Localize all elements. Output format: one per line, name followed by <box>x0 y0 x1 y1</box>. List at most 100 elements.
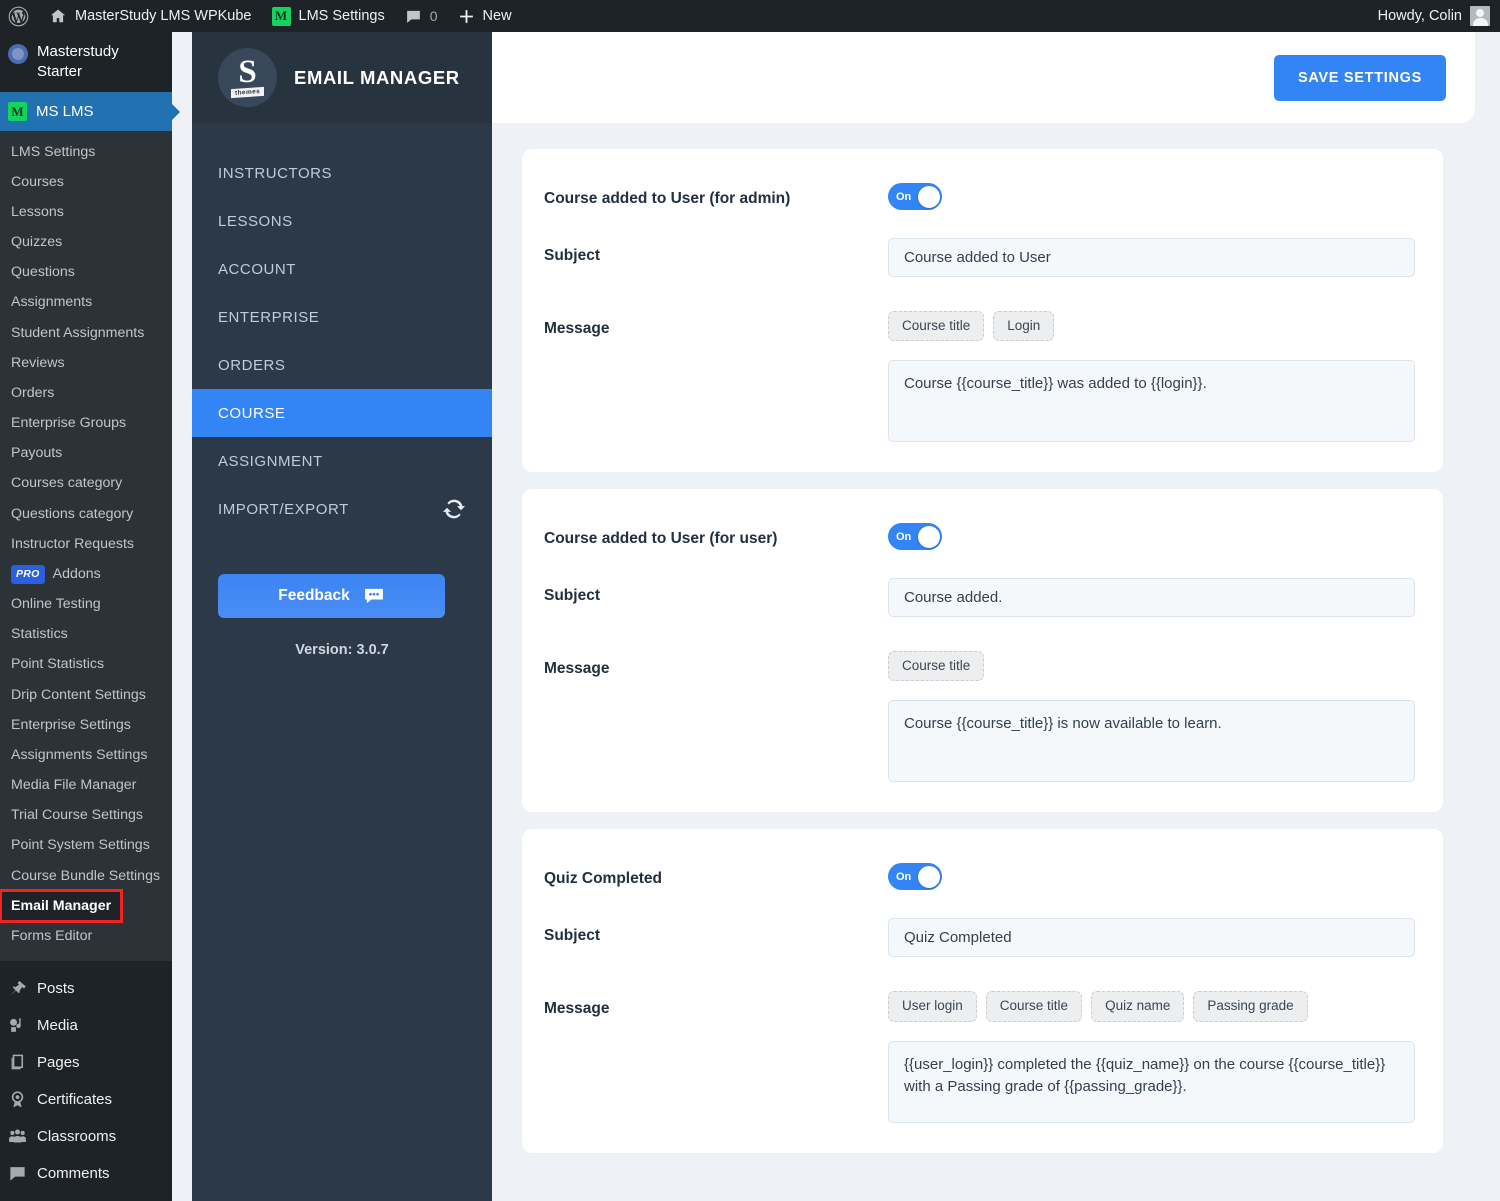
tab-assignment[interactable]: ASSIGNMENT <box>192 437 492 485</box>
toggle-state-label: On <box>896 870 912 883</box>
sidebar-item-masterstudy-starter[interactable]: Masterstudy Starter <box>0 32 172 92</box>
sidebar-item-comments[interactable]: Comments <box>0 1155 172 1192</box>
sidebar-item-media[interactable]: Media <box>0 1007 172 1044</box>
tab-import-export[interactable]: IMPORT/EXPORT <box>192 485 492 533</box>
sidebar-item-questions-category[interactable]: Questions category <box>0 499 172 529</box>
sidebar-item-courses-category[interactable]: Courses category <box>0 469 172 499</box>
save-settings-button[interactable]: SAVE SETTINGS <box>1273 54 1446 101</box>
tab-label: IMPORT/EXPORT <box>218 500 349 518</box>
feedback-label: Feedback <box>278 587 350 604</box>
sidebar-item-lessons[interactable]: Lessons <box>0 197 172 227</box>
row-spacer <box>544 210 1411 238</box>
sidebar-item-point-statistics[interactable]: Point Statistics <box>0 650 172 680</box>
masterstudy-icon <box>8 44 28 64</box>
subject-field-wrap <box>888 578 1415 618</box>
sidebar-item-enterprise-settings[interactable]: Enterprise Settings <box>0 710 172 740</box>
enable-toggle[interactable]: On <box>888 863 942 891</box>
sidebar-item-quizzes[interactable]: Quizzes <box>0 228 172 258</box>
sidebar-item-point-system-settings[interactable]: Point System Settings <box>0 831 172 861</box>
sidebar-item-assignments[interactable]: Assignments <box>0 288 172 318</box>
message-textarea[interactable]: Course {{course_title}} was added to {{l… <box>888 360 1415 443</box>
sidebar-item-reviews[interactable]: Reviews <box>0 348 172 378</box>
sidebar-item-trial-course-settings[interactable]: Trial Course Settings <box>0 801 172 831</box>
sidebar-item-ms-lms[interactable]: M MS LMS <box>0 92 172 131</box>
brand-letter: S <box>238 54 257 91</box>
comments-button[interactable]: 0 <box>395 0 448 32</box>
sidebar-item-addons[interactable]: PRO Addons <box>0 559 172 589</box>
sidebar-item-label: Masterstudy Starter <box>37 43 119 80</box>
row-spacer <box>544 957 1411 991</box>
subject-field-wrap <box>888 238 1415 277</box>
site-name-label: MasterStudy LMS WPKube <box>75 8 252 24</box>
sidebar-item-statistics[interactable]: Statistics <box>0 620 172 650</box>
sidebar-item-enterprise-groups[interactable]: Enterprise Groups <box>0 409 172 439</box>
subject-label: Subject <box>544 927 600 945</box>
subject-input[interactable] <box>888 238 1415 277</box>
placeholder-chip[interactable]: Passing grade <box>1193 991 1308 1022</box>
sidebar-item-student-assignments[interactable]: Student Assignments <box>0 318 172 348</box>
placeholder-chips: Course title <box>888 651 1415 682</box>
placeholder-chip[interactable]: Quiz name <box>1091 991 1185 1022</box>
sidebar-item-pages[interactable]: Pages <box>0 1044 172 1081</box>
sync-icon[interactable] <box>442 497 466 521</box>
tab-lessons[interactable]: LESSONS <box>192 197 492 245</box>
message-textarea[interactable]: Course {{course_title}} is now available… <box>888 700 1415 783</box>
message-field-wrap: User login Course title Quiz name Passin… <box>888 991 1415 1123</box>
tab-account[interactable]: ACCOUNT <box>192 245 492 293</box>
card-title: Quiz Completed <box>544 870 662 888</box>
message-row: Message Course title Course {{course_tit… <box>544 651 1415 783</box>
tab-instructors[interactable]: INSTRUCTORS <box>192 149 492 197</box>
card-title-row: Quiz Completed On <box>544 863 1411 891</box>
new-content-button[interactable]: New <box>448 0 522 32</box>
sidebar-item-orders[interactable]: Orders <box>0 378 172 408</box>
tab-course[interactable]: COURSE <box>192 389 492 437</box>
feedback-button[interactable]: Feedback <box>218 574 445 618</box>
avatar <box>1470 6 1490 26</box>
sidebar-item-media-file-manager[interactable]: Media File Manager <box>0 771 172 801</box>
wp-admin-bar: MasterStudy LMS WPKube M LMS Settings 0 … <box>0 0 1500 32</box>
pin-icon <box>10 980 26 996</box>
account-menu[interactable]: Howdy, Colin <box>1378 6 1500 26</box>
sidebar-item-assignments-settings[interactable]: Assignments Settings <box>0 740 172 770</box>
enable-toggle[interactable]: On <box>888 523 942 551</box>
sidebar-item-email-manager[interactable]: Email Manager <box>0 889 124 924</box>
placeholder-chip[interactable]: Course title <box>888 651 985 682</box>
media-icon <box>10 1018 21 1032</box>
sidebar-item-instructor-requests[interactable]: Instructor Requests <box>0 529 172 559</box>
email-template-card: Quiz Completed On Subject Message <box>522 829 1443 1153</box>
sidebar-item-payouts[interactable]: Payouts <box>0 439 172 469</box>
placeholder-chip[interactable]: Course title <box>888 311 985 342</box>
placeholder-chip[interactable]: User login <box>888 991 977 1022</box>
brand-subtext: themes <box>230 86 265 98</box>
sidebar-item-online-testing[interactable]: Online Testing <box>0 590 172 620</box>
tab-label: ORDERS <box>218 356 286 374</box>
message-label: Message <box>544 1000 610 1018</box>
sidebar-item-questions[interactable]: Questions <box>0 258 172 288</box>
sidebar-item-certificates[interactable]: Certificates <box>0 1081 172 1118</box>
lms-settings-button[interactable]: M LMS Settings <box>262 0 395 32</box>
tab-orders[interactable]: ORDERS <box>192 341 492 389</box>
sidebar-item-posts[interactable]: Posts <box>0 970 172 1007</box>
sidebar-item-lms-settings[interactable]: LMS Settings <box>0 137 172 167</box>
sidebar-item-label: Comments <box>37 1164 110 1182</box>
comment-icon <box>406 10 420 23</box>
sidebar-item-classrooms[interactable]: Classrooms <box>0 1118 172 1155</box>
message-textarea[interactable]: {{user_login}} completed the {{quiz_name… <box>888 1040 1415 1123</box>
enable-toggle[interactable]: On <box>888 183 942 210</box>
sidebar-item-drip-content-settings[interactable]: Drip Content Settings <box>0 680 172 710</box>
sidebar-item-course-bundle-settings[interactable]: Course Bundle Settings <box>0 861 172 891</box>
placeholder-chip[interactable]: Course title <box>985 991 1083 1022</box>
wordpress-logo-icon <box>8 6 29 26</box>
subject-input[interactable] <box>888 918 1415 958</box>
wp-logo-button[interactable] <box>0 0 39 32</box>
sidebar-item-courses[interactable]: Courses <box>0 167 172 197</box>
ms-lms-submenu: LMS Settings Courses Lessons Quizzes Que… <box>0 131 172 961</box>
sidebar-item-forms-editor[interactable]: Forms Editor <box>0 921 172 951</box>
plugin-version: Version: 3.0.7 <box>295 642 389 658</box>
card-title: Course added to User (for user) <box>544 530 778 548</box>
subject-input[interactable] <box>888 578 1415 618</box>
site-name-button[interactable]: MasterStudy LMS WPKube <box>39 0 262 32</box>
tab-enterprise[interactable]: ENTERPRISE <box>192 293 492 341</box>
placeholder-chip[interactable]: Login <box>993 311 1055 342</box>
card-title-row: Course added to User (for admin) On <box>544 183 1411 210</box>
